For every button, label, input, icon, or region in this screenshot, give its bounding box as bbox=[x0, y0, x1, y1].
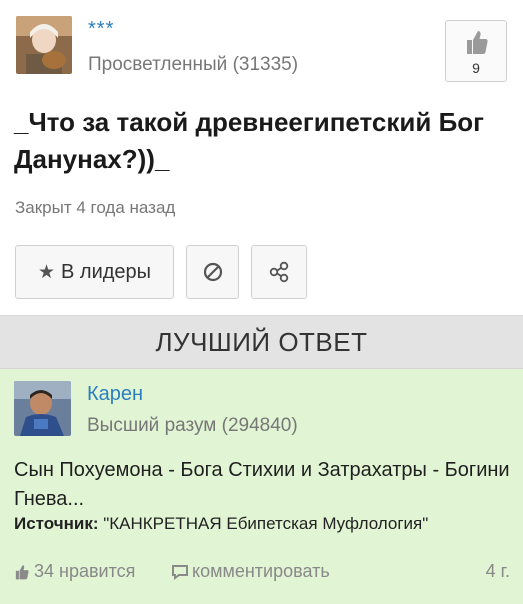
star-icon: ★ bbox=[37, 261, 55, 283]
to-leaders-label: В лидеры bbox=[61, 260, 152, 283]
like-count: 9 bbox=[472, 60, 480, 76]
question-author-rank: Просветленный (31335) bbox=[88, 54, 299, 75]
comment-label: комментировать bbox=[192, 561, 330, 581]
block-button[interactable] bbox=[186, 245, 239, 299]
answer-source: Источник: "КАНКРЕТНАЯ Ебипетская Муфлоло… bbox=[14, 514, 428, 534]
share-icon bbox=[269, 261, 289, 283]
thumbs-up-icon bbox=[15, 564, 29, 579]
answer-author-avatar[interactable] bbox=[14, 381, 71, 436]
best-answer-card: Карен Высший разум (294840) Сын Похуемон… bbox=[0, 369, 523, 604]
like-button[interactable]: 9 bbox=[445, 20, 507, 82]
question-status: Закрыт 4 года назад bbox=[15, 198, 176, 217]
source-label: Источник: bbox=[14, 514, 99, 533]
answer-like-count: 34 нравится bbox=[34, 561, 136, 581]
answer-time: 4 г. bbox=[485, 561, 510, 581]
answer-text: Сын Похуемона - Бога Стихии и Затрахатры… bbox=[14, 459, 510, 510]
question-header: *** Просветленный (31335) 9 bbox=[0, 0, 523, 100]
to-leaders-button[interactable]: ★ В лидеры bbox=[15, 245, 174, 299]
block-icon bbox=[203, 262, 222, 282]
comment-button[interactable]: комментировать bbox=[172, 561, 330, 582]
share-button[interactable] bbox=[251, 245, 307, 299]
best-answer-header: ЛУЧШИЙ ОТВЕТ bbox=[0, 315, 523, 369]
thumbs-up-icon bbox=[467, 31, 488, 54]
answer-like-button[interactable]: 34 нравится bbox=[14, 561, 135, 582]
question-title: _Что за такой древнеегипетский Бог Данун… bbox=[14, 107, 484, 174]
answer-author-name[interactable]: Карен bbox=[87, 383, 143, 406]
question-author-name[interactable]: *** bbox=[88, 18, 114, 41]
comment-icon bbox=[172, 564, 188, 580]
question-author-avatar[interactable] bbox=[16, 16, 72, 74]
answer-footer: 34 нравится комментировать 4 г. bbox=[14, 561, 510, 585]
answer-author-rank: Высший разум (294840) bbox=[87, 415, 298, 436]
source-value: "КАНКРЕТНАЯ Ебипетская Муфлология" bbox=[98, 514, 429, 533]
